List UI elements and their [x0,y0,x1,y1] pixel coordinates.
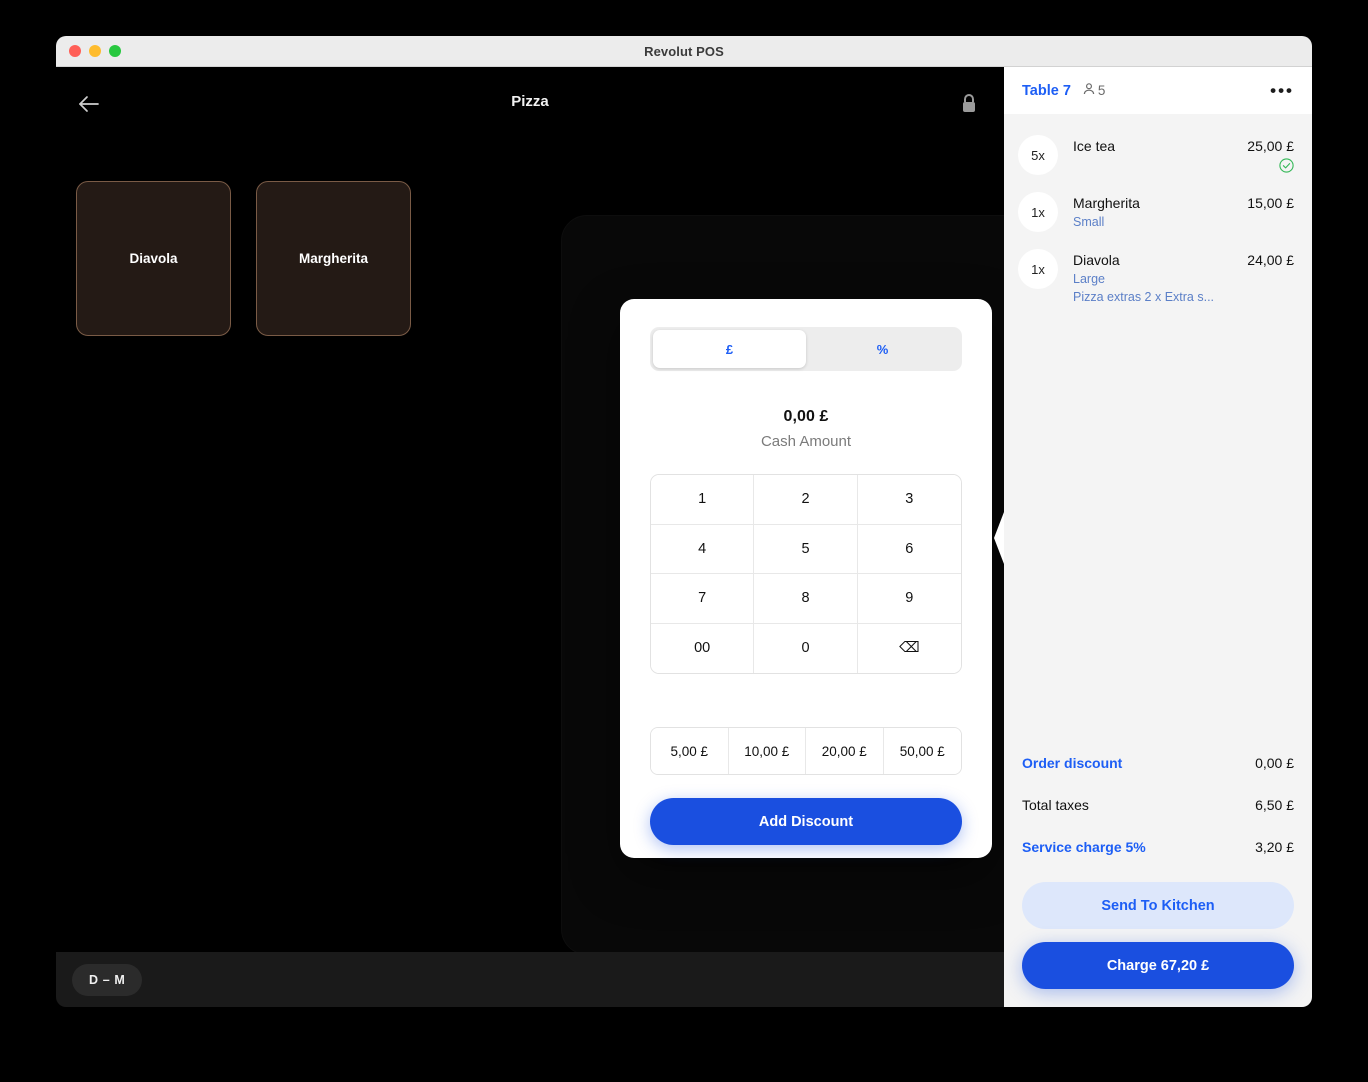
keypad-key-0[interactable]: 0 [754,623,858,673]
lock-closed-icon[interactable] [958,91,980,115]
add-discount-button-label: Add Discount [758,813,854,830]
canvas-bottom-bar: D – M [56,952,1004,1007]
keypad-key-7[interactable]: 7 [651,574,755,624]
amount-caption: Cash Amount [760,433,852,450]
amount-value: 0,00 £ [783,408,829,425]
keypad-key-8[interactable]: 8 [754,574,858,624]
order-item[interactable]: 5x Ice tea 25,00 £ [1004,126,1312,183]
item-name: Diavola [1073,252,1120,268]
segment-percent-label: % [876,341,889,357]
keypad-key-2[interactable]: 2 [754,475,858,525]
window-title: Revolut POS [644,43,724,59]
page-title: Pizza [511,93,549,110]
item-price: 24,00 £ [1247,252,1294,268]
order-item[interactable]: 1x Diavola Large Pizza extras 2 x Extra … [1004,240,1312,312]
app-window: Revolut POS Pizza Diavola Margherita £ %… [56,36,1312,1007]
item-quantity-badge: 1x [1018,192,1058,232]
keypad-key-6[interactable]: 6 [857,524,961,574]
order-totals: Order discount 0,00 £ Total taxes 6,50 £… [1004,742,1312,868]
person-icon [1082,82,1096,99]
discount-type-segmented-control: £ % [650,327,962,371]
send-to-kitchen-button[interactable]: Send To Kitchen [1022,882,1294,929]
item-price-block: 25,00 £ [1247,134,1294,173]
order-panel: Table 7 5 ••• 5x Ice tea 25,00 £ 1x Marg… [994,67,1312,1007]
product-tile-label: Margherita [298,251,369,266]
quick-amount-row: 5,00 £ 10,00 £ 20,00 £ 50,00 £ [650,727,962,775]
numeric-keypad: 1 2 3 4 5 6 7 8 9 00 0 ⌫ [650,474,962,674]
item-price: 25,00 £ [1247,138,1294,154]
order-item[interactable]: 1x Margherita Small 15,00 £ [1004,183,1312,240]
item-option: Pizza extras 2 x Extra s... [1073,290,1215,304]
segment-currency-label: £ [725,341,734,357]
total-label: Total taxes [1022,797,1089,813]
item-name: Ice tea [1073,138,1116,154]
table-name[interactable]: Table 7 [1022,83,1071,99]
item-price: 15,00 £ [1247,195,1294,211]
user-initials-badge[interactable]: D – M [72,963,143,996]
total-value: 3,20 £ [1255,839,1294,855]
segment-percent[interactable]: % [806,330,959,368]
app-body: Pizza Diavola Margherita £ % 0,00 £ Cash… [56,67,1312,1007]
total-value: 6,50 £ [1255,797,1294,813]
total-row-taxes: Total taxes 6,50 £ [1022,784,1294,826]
menu-canvas: Pizza Diavola Margherita £ % 0,00 £ Cash… [56,67,1004,1007]
add-discount-modal: £ % 0,00 £ Cash Amount 1 2 3 4 5 6 7 8 9… [620,299,992,858]
quick-amount-5[interactable]: 5,00 £ [651,728,729,774]
item-option: Large [1073,272,1105,286]
keypad-key-3[interactable]: 3 [857,475,961,525]
charge-button[interactable]: Charge 67,20 £ [1022,942,1294,989]
product-tile-diavola[interactable]: Diavola [76,181,231,336]
order-actions: Send To Kitchen Charge 67,20 £ [1004,868,1312,1007]
backspace-icon[interactable]: ⌫ [857,623,961,673]
window-titlebar: Revolut POS [56,36,1312,67]
item-details: Margherita Small [1058,191,1247,229]
quick-amount-20[interactable]: 20,00 £ [806,728,884,774]
guest-count-value: 5 [1097,83,1106,98]
item-quantity-badge: 1x [1018,249,1058,289]
keypad-key-1[interactable]: 1 [651,475,755,525]
keypad-key-5[interactable]: 5 [754,524,858,574]
total-row-service-charge[interactable]: Service charge 5% 3,20 £ [1022,826,1294,868]
total-label: Service charge 5% [1022,839,1146,855]
item-name: Margherita [1073,195,1140,211]
send-to-kitchen-label: Send To Kitchen [1101,897,1215,914]
product-tiles: Diavola Margherita [76,181,411,336]
item-details: Diavola Large Pizza extras 2 x Extra s..… [1058,248,1247,304]
item-option: Small [1073,215,1105,229]
product-tile-margherita[interactable]: Margherita [256,181,411,336]
charge-button-label: Charge 67,20 £ [1106,957,1210,974]
total-value: 0,00 £ [1255,755,1294,771]
item-quantity-badge: 5x [1018,135,1058,175]
ellipsis-icon[interactable]: ••• [1270,82,1294,99]
total-label: Order discount [1022,755,1123,771]
amount-display: 0,00 £ Cash Amount [650,408,962,450]
keypad-key-9[interactable]: 9 [857,574,961,624]
sent-to-kitchen-check-icon [1247,158,1294,173]
add-discount-button[interactable]: Add Discount [650,798,962,845]
product-tile-label: Diavola [129,251,178,266]
total-row-order-discount[interactable]: Order discount 0,00 £ [1022,742,1294,784]
item-price-block: 24,00 £ [1247,248,1294,268]
order-items-list: 5x Ice tea 25,00 £ 1x Margherita Small 1… [1004,114,1312,742]
canvas-header: Pizza [56,67,1004,141]
item-details: Ice tea [1058,134,1247,154]
quick-amount-50[interactable]: 50,00 £ [883,728,961,774]
item-price-block: 15,00 £ [1247,191,1294,211]
segment-currency[interactable]: £ [653,330,806,368]
quick-amount-10[interactable]: 10,00 £ [728,728,806,774]
guest-count: 5 [1082,82,1106,99]
order-panel-header: Table 7 5 ••• [1004,67,1312,114]
keypad-key-00[interactable]: 00 [651,623,755,673]
keypad-key-4[interactable]: 4 [651,524,755,574]
